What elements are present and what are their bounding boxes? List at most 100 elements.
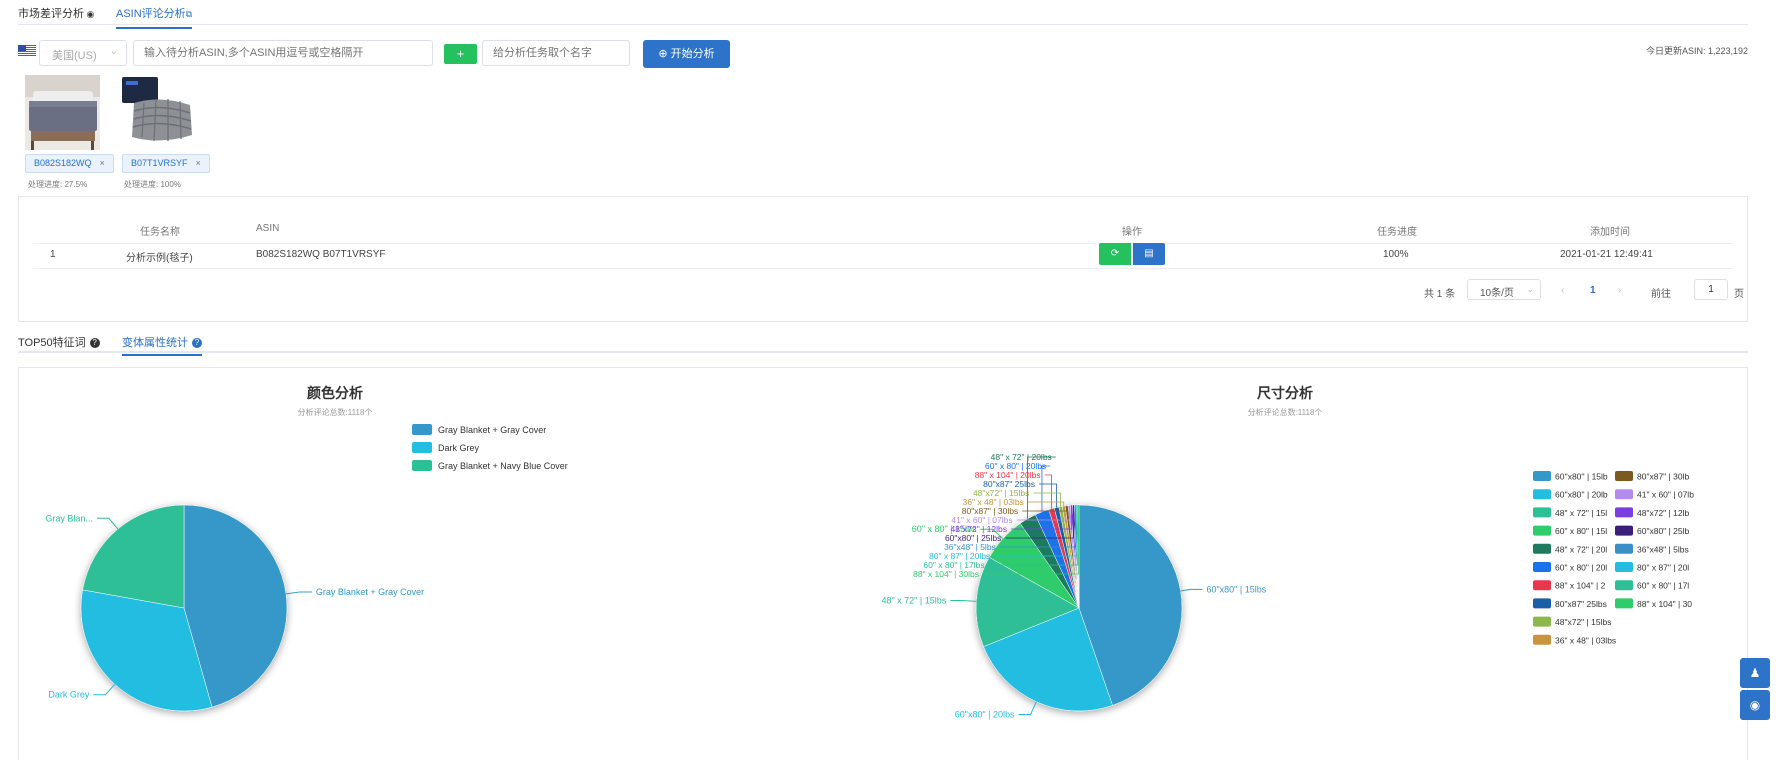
legend-label: 36" x 48" | 03lbs — [1555, 635, 1616, 645]
next-page-icon[interactable]: › — [1618, 285, 1621, 296]
legend-label: 88" x 104" | 2 — [1555, 581, 1606, 591]
legend-label: Gray Blanket + Gray Cover — [438, 425, 546, 435]
legend-swatch — [1533, 598, 1551, 609]
document-icon: ▤ — [1144, 248, 1154, 259]
row-added-time: 2021-01-21 12:49:41 — [1560, 249, 1653, 260]
row-index: 1 — [50, 249, 56, 260]
legend-swatch — [1615, 562, 1633, 572]
asin-progress: 处理进度: 27.5% — [28, 180, 88, 189]
task-table-panel: 任务名称 ASIN 操作 任务进度 添加时间 1 分析示例(毯子) B082S1… — [18, 196, 1748, 322]
legend-label: 60''x80'' | 20lb — [1555, 490, 1608, 500]
legend-label: 80"x87" | 30lb — [1637, 472, 1689, 482]
refresh-icon: ⟳ — [1110, 248, 1120, 259]
tab-asin-analysis[interactable]: ASIN评论分析⧉ — [116, 5, 193, 29]
page-size-select[interactable]: 10条/页 ⌄ — [1467, 279, 1541, 300]
legend-swatch — [1533, 507, 1551, 518]
chart-title: 尺寸分析 — [1257, 385, 1313, 401]
legend-label: 60" x 80" | 17l — [1637, 581, 1689, 591]
asin-tag[interactable]: B082S182WQ × — [25, 154, 114, 173]
legend-swatch — [1533, 616, 1551, 627]
legend-label: 80" x 87" | 20l — [1637, 563, 1689, 573]
tab-market-label: 市场差评分析 — [18, 8, 84, 20]
search-icon: ⊕ — [658, 48, 671, 60]
column-header-task-name: 任务名称 — [140, 227, 180, 238]
external-link-icon: ⧉ — [185, 9, 193, 19]
help-icon: ? — [192, 338, 202, 348]
tab-market-analysis[interactable]: 市场差评分析 ◉ — [18, 5, 94, 21]
close-icon[interactable]: × — [196, 158, 201, 168]
callout-label: Dark Grey — [48, 690, 90, 700]
sub-tabs: TOP50特征词? 变体属性统计? — [18, 330, 1748, 356]
callout-label: 88" x 104" | 30lbs — [913, 569, 979, 579]
task-name-input[interactable] — [482, 40, 630, 66]
legend-swatch — [1533, 489, 1551, 500]
close-icon[interactable]: × — [100, 158, 105, 168]
tab-variant-stats[interactable]: 变体属性统计? — [122, 334, 202, 356]
add-button[interactable]: + — [444, 44, 477, 64]
legend-label: 60"x80" | 25lb — [1637, 526, 1689, 536]
product-image-1 — [25, 75, 100, 150]
legend-swatch — [412, 442, 432, 453]
legend-label: 88" x 104" | 30 — [1637, 599, 1692, 609]
asin-progress: 处理进度: 100% — [124, 180, 181, 189]
product-image-2 — [120, 75, 195, 150]
asin-tag[interactable]: B07T1VRSYF × — [122, 154, 210, 173]
view-report-button[interactable]: ▤ — [1133, 243, 1165, 265]
page-number[interactable]: 1 — [1590, 285, 1596, 296]
legend-swatch — [1533, 471, 1551, 481]
tab-variant-label: 变体属性统计 — [122, 337, 188, 349]
tab-top50-keywords[interactable]: TOP50特征词? — [18, 334, 100, 350]
callout-label: 48" x 72" | 15lbs — [881, 595, 946, 605]
callout-line — [1180, 588, 1203, 592]
asin-input[interactable] — [133, 40, 433, 66]
divider — [33, 268, 1733, 269]
legend-label: 60" x 80" | 20l — [1555, 563, 1607, 573]
row-progress: 100% — [1383, 249, 1409, 260]
marketplace-select[interactable]: 美国(US) ⌄ — [39, 40, 127, 66]
legend-swatch — [1533, 525, 1551, 536]
row-asin: B082S182WQ B07T1VRSYF — [256, 249, 386, 260]
legend-swatch — [1615, 543, 1633, 554]
callout-line — [1041, 465, 1051, 512]
start-analysis-button[interactable]: ⊕ 开始分析 — [643, 40, 730, 68]
help-icon: ? — [89, 338, 100, 348]
legend-swatch — [1533, 543, 1551, 554]
legend-label: 36"x48" | 5lbs — [1637, 544, 1689, 554]
legend-swatch — [412, 424, 432, 435]
legend-swatch — [1615, 489, 1633, 500]
chart-title: 颜色分析 — [307, 385, 363, 401]
user-float-button[interactable]: ♟ — [1740, 658, 1770, 688]
legend-swatch — [412, 460, 432, 471]
callout-label: Gray Blan... — [45, 513, 93, 523]
callout-line — [285, 591, 312, 595]
pie-charts: 颜色分析分析评论总数:1118个 Gray Blanket + Gray Cove… — [45, 385, 1694, 719]
callout-line — [1027, 501, 1065, 507]
callout-label: 60"x80" | 15lbs — [1206, 584, 1266, 594]
divider — [33, 243, 1733, 244]
callout-line — [1044, 474, 1052, 509]
refresh-button[interactable]: ⟳ — [1099, 243, 1131, 265]
callout-line — [950, 599, 977, 602]
asin-tag-label: B082S182WQ — [34, 158, 92, 168]
column-header-progress: 任务进度 — [1377, 227, 1417, 238]
callout-line — [93, 683, 116, 696]
legend-swatch — [1615, 471, 1633, 481]
callout-line — [96, 517, 119, 530]
legend-label: 60''x80'' | 15lb — [1555, 472, 1608, 482]
chevron-down-icon: ⌄ — [1526, 284, 1534, 294]
chart-subtitle: 分析评论总数:1118个 — [298, 407, 373, 417]
today-updated-count: 今日更新ASIN: 1,223,192 — [1645, 46, 1748, 56]
asin-tag-label: B07T1VRSYF — [131, 158, 188, 168]
prev-page-icon[interactable]: ‹ — [1561, 285, 1564, 296]
goto-label: 前往 — [1651, 289, 1671, 300]
view-float-button[interactable]: ◉ — [1740, 690, 1770, 720]
legend-label: 48"x72" | 15lbs — [1555, 617, 1611, 627]
legend-label: 48" x 72" | 20l — [1555, 544, 1607, 554]
top-nav: 市场差评分析 ◉ ASIN评论分析⧉ — [18, 0, 1748, 29]
legend-label: Gray Blanket + Navy Blue Cover — [438, 461, 568, 471]
chart-subtitle: 分析评论总数:1118个 — [1248, 407, 1323, 417]
legend-label: 48"x72" | 12lb — [1637, 508, 1689, 518]
goto-page-input[interactable]: 1 — [1694, 279, 1728, 300]
pie-slice — [82, 504, 185, 609]
eye-icon: ◉ — [1749, 698, 1761, 712]
